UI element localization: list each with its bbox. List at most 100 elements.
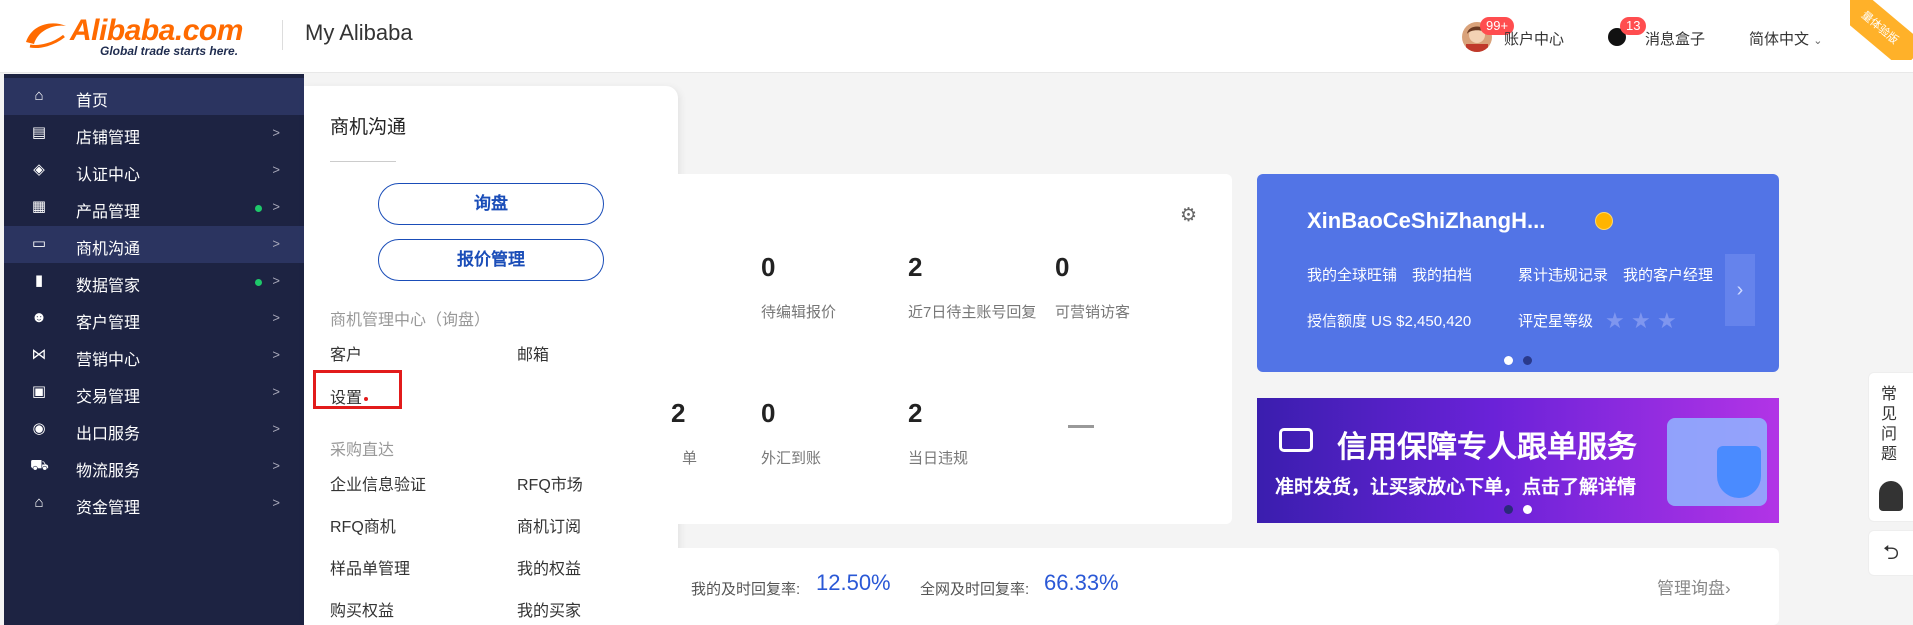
star-icon: ★ (1631, 308, 1651, 333)
language-selector[interactable]: 简体中文 ⌄ (1749, 28, 1822, 49)
bar-chart-icon: ▮ (34, 272, 44, 289)
chevron-down-icon: ⌄ (1813, 35, 1823, 47)
manage-inquiries-label: 管理询盘 (1657, 579, 1725, 598)
bank-icon: ⌂ (34, 494, 44, 511)
my-reply-rate-label: 我的及时回复率: (691, 581, 801, 598)
sidebar-item-label: 首页 (76, 93, 109, 110)
link-my-benefits[interactable]: 我的权益 (517, 555, 581, 579)
manage-inquiries-link[interactable]: 管理询盘› (1657, 574, 1731, 599)
sidebar-item-label: 数据管家 (76, 278, 141, 295)
back-icon[interactable]: ⮌ (1868, 530, 1913, 576)
chevron-right-icon: > (272, 236, 280, 251)
globe-icon: ◉ (32, 420, 46, 437)
promo-banner[interactable]: 信用保障专人跟单服务 准时发货，让买家放心下单，点击了解详情 (1257, 398, 1779, 523)
message-box-link[interactable]: 消息盒子 (1645, 28, 1705, 49)
sidebar-item-store[interactable]: ▤ 店铺管理 > (4, 115, 304, 152)
chevron-right-icon: > (272, 421, 280, 436)
sidebar-item-label: 认证中心 (76, 167, 141, 184)
home-icon: ⌂ (34, 87, 44, 104)
link-global-store[interactable]: 我的全球旺铺 (1307, 264, 1397, 285)
grid-icon: ▦ (31, 198, 47, 215)
sidebar-item-label: 交易管理 (76, 389, 141, 406)
link-rfq-leads[interactable]: RFQ商机 (330, 513, 396, 537)
sidebar-item-home[interactable]: ⌂ 首页 (4, 78, 304, 115)
section-direct-sourcing: 采购直达 (330, 442, 395, 459)
chevron-right-icon: › (1725, 579, 1731, 598)
flyout-divider (330, 161, 396, 162)
carousel-dot[interactable] (1504, 356, 1513, 365)
sidebar-item-customers[interactable]: ☻ 客户管理 > (4, 300, 304, 337)
link-rfq-market[interactable]: RFQ市场 (517, 471, 583, 495)
section-inquiry-center: 商机管理中心（询盘） (330, 312, 491, 329)
chevron-right-icon: > (272, 199, 280, 214)
store-icon: ▤ (31, 124, 47, 141)
link-account-manager[interactable]: 我的客户经理 (1623, 264, 1713, 285)
carousel-dot[interactable] (1504, 505, 1513, 514)
sidebar-item-label: 资金管理 (76, 500, 141, 517)
link-customers[interactable]: 客户 (330, 341, 362, 365)
sidebar-item-label: 出口服务 (76, 426, 141, 443)
stat-value[interactable]: 2 (671, 398, 685, 429)
alibaba-logo[interactable]: Alibaba.com Global trade starts here. (22, 14, 262, 58)
sidebar-item-products[interactable]: ▦ 产品管理 > (4, 189, 304, 226)
support-agent-icon (1879, 481, 1903, 511)
video-camera-icon (1279, 428, 1313, 452)
sidebar-item-label: 客户管理 (76, 315, 141, 332)
inquiry-button[interactable]: 询盘 (378, 183, 604, 225)
sidebar-item-data[interactable]: ▮ 数据管家 > (4, 263, 304, 300)
chevron-right-icon: > (272, 495, 280, 510)
company-name[interactable]: XinBaoCeShiZhangH... (1307, 208, 1545, 234)
logo-tagline: Global trade starts here. (100, 44, 239, 58)
sidebar-item-label: 营销中心 (76, 352, 141, 369)
sidebar-item-logistics[interactable]: ⛟ 物流服务 > (4, 448, 304, 485)
flyout-menu: 商机沟通 询盘 报价管理 商机管理中心（询盘） 客户 邮箱 设置 采购直达 企业… (304, 86, 678, 625)
quote-management-button[interactable]: 报价管理 (378, 239, 604, 281)
stat-label: 待编辑报价 (761, 304, 837, 321)
my-reply-rate-value: 12.50% (816, 570, 891, 595)
app-title[interactable]: My Alibaba (305, 20, 413, 46)
settings-highlight-box (313, 370, 402, 409)
sidebar-item-business-comm[interactable]: ▭ 商机沟通 > (4, 226, 304, 263)
chevron-right-icon: > (272, 162, 280, 177)
link-my-partner[interactable]: 我的拍档 (1412, 264, 1472, 285)
all-reply-rate-value: 66.33% (1044, 570, 1119, 595)
stat-value[interactable]: 2 (908, 252, 922, 283)
carousel-dot[interactable] (1523, 356, 1532, 365)
sidebar-item-verification[interactable]: ◈ 认证中心 > (4, 152, 304, 189)
link-violation-records[interactable]: 累计违规记录 (1518, 264, 1608, 285)
header-divider (282, 20, 283, 50)
banner-subtitle: 准时发货，让买家放心下单，点击了解详情 (1275, 477, 1637, 498)
carousel-dot[interactable] (1523, 505, 1532, 514)
status-dot (255, 205, 262, 212)
sidebar-item-export[interactable]: ◉ 出口服务 > (4, 411, 304, 448)
chevron-right-icon: > (272, 125, 280, 140)
link-my-buyers[interactable]: 我的买家 (517, 597, 581, 621)
star-rating-label: 评定星等级 (1518, 313, 1594, 330)
link-buy-benefits[interactable]: 购买权益 (330, 597, 394, 621)
carousel-next-button[interactable]: › (1725, 254, 1755, 326)
chevron-right-icon: > (272, 384, 280, 399)
sidebar-item-label: 物流服务 (76, 463, 141, 480)
sidebar-item-finance[interactable]: ⌂ 资金管理 > (4, 485, 304, 522)
chat-icon: ▭ (31, 235, 47, 252)
messages-badge: 13 (1620, 17, 1647, 35)
gear-icon[interactable]: ⚙ (1180, 206, 1200, 226)
link-lead-subscription[interactable]: 商机订阅 (517, 513, 581, 537)
corner-ribbon[interactable]: 量体验版 (1850, 0, 1913, 60)
banner-title: 信用保障专人跟单服务 (1337, 431, 1637, 464)
account-center-link[interactable]: 账户中心 (1504, 28, 1564, 49)
link-company-verify[interactable]: 企业信息验证 (330, 471, 426, 495)
stat-value[interactable]: 2 (908, 398, 922, 429)
stat-value[interactable]: 0 (761, 252, 775, 283)
link-sample-orders[interactable]: 样品单管理 (330, 555, 410, 579)
sidebar-item-transactions[interactable]: ▣ 交易管理 > (4, 374, 304, 411)
shield-check-icon: ◈ (33, 161, 45, 178)
faq-widget[interactable]: 常见问题 (1868, 372, 1913, 522)
sidebar-item-marketing[interactable]: ⋈ 营销中心 > (4, 337, 304, 374)
chevron-right-icon: > (272, 347, 280, 362)
stat-value[interactable]: 0 (1055, 252, 1069, 283)
stat-value[interactable]: 0 (761, 398, 775, 429)
link-mailbox[interactable]: 邮箱 (517, 341, 549, 365)
corner-ribbon-label: 量体验版 (1850, 0, 1913, 60)
profile-card: XinBaoCeShiZhangH... 我的全球旺铺 我的拍档 累计违规记录 … (1257, 174, 1779, 372)
